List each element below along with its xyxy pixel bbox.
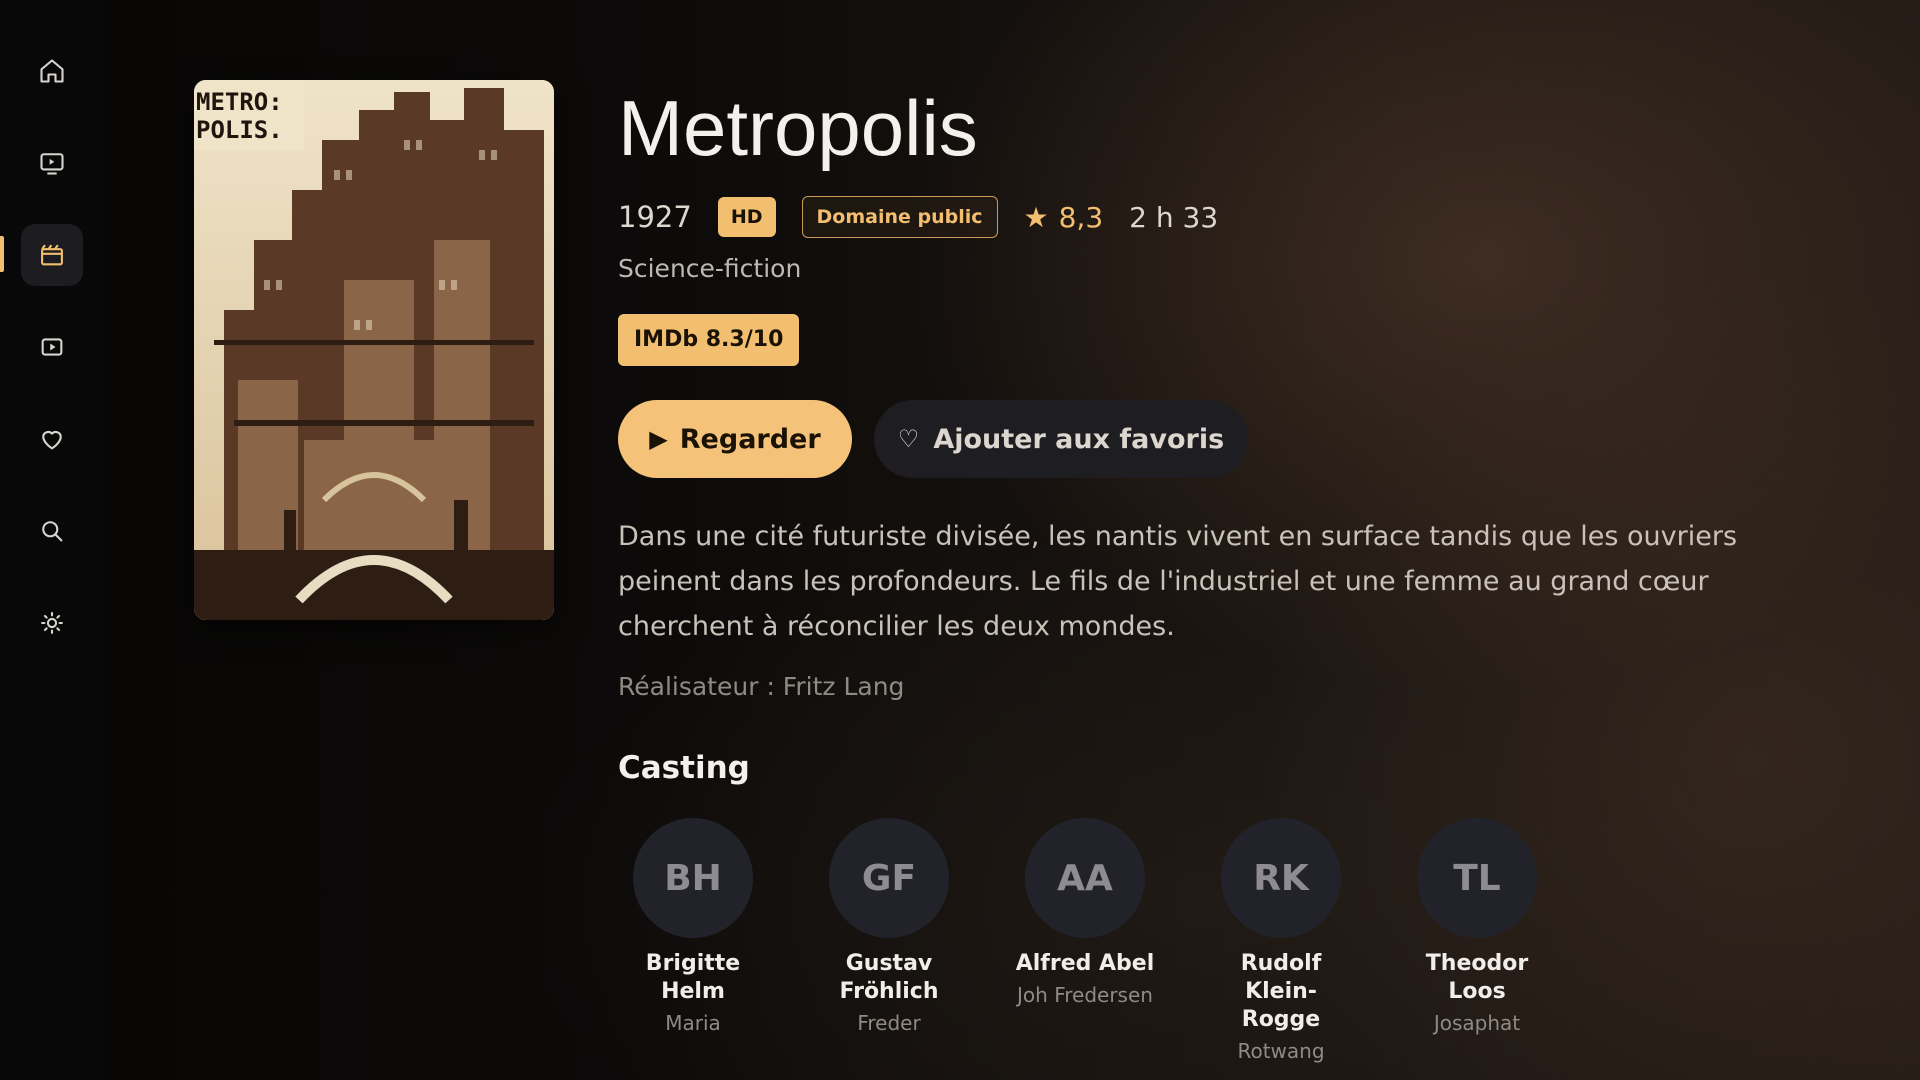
quality-badge: HD	[717, 197, 776, 237]
watch-button[interactable]: ▶ Regarder	[618, 400, 852, 478]
watch-button-label: Regarder	[679, 423, 821, 455]
home-icon	[40, 59, 64, 83]
sidebar-item-movies[interactable]	[21, 224, 83, 286]
sidebar	[0, 0, 104, 1080]
sidebar-item-tv[interactable]	[21, 132, 83, 194]
cast-member[interactable]: GF Gustav Fröhlich Freder	[814, 818, 964, 1036]
cast-role: Maria	[665, 1011, 721, 1035]
movie-title: Metropolis	[618, 84, 978, 172]
movie-poster: METRO: POLIS.	[194, 80, 554, 620]
duration: 2 h 33	[1129, 200, 1219, 234]
cast-name: Theodor Loos	[1425, 951, 1529, 1004]
film-icon	[41, 244, 63, 266]
cast-member[interactable]: TL Theodor Loos Josaphat	[1402, 818, 1552, 1036]
sidebar-item-favorites[interactable]	[21, 408, 83, 470]
cast-name: Brigitte Helm	[645, 951, 741, 1004]
sidebar-item-videos[interactable]	[21, 316, 83, 378]
cast-role: Josaphat	[1433, 1011, 1521, 1035]
avatar: GF	[829, 818, 949, 938]
play-square-icon	[41, 338, 63, 356]
svg-text:METRO:: METRO:	[196, 88, 283, 116]
avatar: BH	[633, 818, 753, 938]
synopsis: Dans une cité futuriste divisée, les nan…	[618, 521, 1738, 642]
director: Réalisateur : Fritz Lang	[618, 672, 905, 701]
active-indicator	[0, 236, 4, 272]
cast-role: Joh Fredersen	[1017, 983, 1153, 1007]
sidebar-item-home[interactable]	[21, 40, 83, 102]
avatar: AA	[1025, 818, 1145, 938]
cast-role: Rotwang	[1237, 1039, 1325, 1063]
meta-row: 1927 HD Domaine public ★ 8,3 2 h 33	[618, 196, 1218, 238]
sidebar-item-search[interactable]	[21, 500, 83, 562]
imdb-badge: IMDb 8.3/10	[618, 314, 800, 366]
poster-artwork: METRO: POLIS.	[194, 80, 554, 620]
cast-member[interactable]: AA Alfred Abel Joh Fredersen	[1010, 818, 1160, 1008]
star-icon: ★	[1023, 200, 1049, 234]
heart-icon: ♡	[897, 425, 920, 453]
add-favorite-button[interactable]: ♡ Ajouter aux favoris	[874, 400, 1248, 478]
avatar: RK	[1221, 818, 1341, 938]
cast-name: Alfred Abel	[1015, 951, 1155, 976]
play-icon: ▶	[649, 425, 668, 453]
release-year: 1927	[618, 200, 692, 234]
heart-icon	[42, 430, 62, 450]
brightness-icon	[41, 612, 63, 634]
svg-text:POLIS.: POLIS.	[196, 116, 283, 144]
cast-name: Gustav Fröhlich	[839, 951, 939, 1004]
cast-member[interactable]: RK Rudolf Klein-Rogge Rotwang	[1206, 818, 1356, 1064]
genre: Science-fiction	[618, 254, 802, 283]
cast-member[interactable]: BH Brigitte Helm Maria	[618, 818, 768, 1036]
cast-name: Rudolf Klein-Rogge	[1240, 951, 1322, 1032]
search-icon	[42, 521, 63, 542]
tv-icon	[40, 153, 64, 175]
add-favorite-label: Ajouter aux favoris	[933, 423, 1225, 455]
license-badge: Domaine public	[801, 196, 998, 238]
cast-role: Freder	[857, 1011, 921, 1035]
casting-title: Casting	[618, 750, 750, 786]
sidebar-item-settings[interactable]	[21, 592, 83, 654]
rating-value: 8,3	[1058, 200, 1104, 234]
avatar: TL	[1417, 818, 1537, 938]
